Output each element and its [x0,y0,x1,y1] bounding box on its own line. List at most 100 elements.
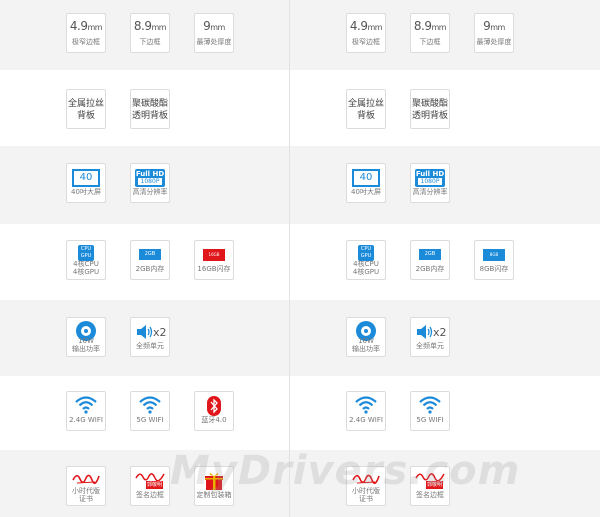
signature-badge-icon: 郭敬明 [134,470,166,490]
spec-tile-metal-back: 全属拉丝 背板 [346,89,386,129]
spec-label: 小时代版 [72,487,100,495]
full-hd-text: Full HD [135,170,165,178]
spec-label: 5G WIFI [136,416,164,424]
spec-tile-full-range: x2 全频单元 [130,317,170,357]
wifi-icon [139,396,161,414]
spec-tile-signed-frame: 郭敬明 签名边框 [130,466,170,506]
monitor-icon: 40 [72,169,100,187]
signature-badge-text: 郭敬明 [146,481,164,489]
speaker-count: x2 [153,326,167,339]
gpu-text: GPU [360,253,372,259]
spec-tile-ram: 2GB 2GB内存 [410,240,450,280]
spec-tile-pc-back: 聚碳酸酯 透明背板 [130,89,170,129]
speaker-count: x2 [433,326,447,339]
spec-tile-resolution: Full HD 1080P 高清分辨率 [410,163,450,203]
spec-label: 4核GPU [72,268,100,276]
spec-label: 2.4G WIFI [349,416,383,424]
cpu-chip-icon: CPU GPU [78,245,94,261]
spec-label: 16W [78,337,94,345]
signature-icon [71,470,101,486]
spec-tile-metal-back: 全属拉丝 背板 [66,89,106,129]
spec-unit: mm [151,23,167,32]
spec-tile-output-power: 16W 输出功率 [66,317,106,357]
spec-label: 8GB闪存 [479,265,509,273]
spec-label: 极窄边框 [72,38,100,46]
spec-tile-screen-size: 40 40吋大屏 [346,163,386,203]
spec-label: 下边框 [419,38,441,46]
spec-label: 2GB内存 [135,265,165,273]
cpu-text: CPU [80,246,92,252]
spec-line: 透明背板 [411,111,448,121]
spec-label: 下边框 [139,38,161,46]
spec-tile-storage: 8GB 8GB闪存 [474,240,514,280]
ram-text: 2GB [424,251,436,257]
speaker-volume-icon: x2 [135,323,167,341]
spec-label: 证书 [359,495,373,503]
sd-card-icon: 16GB [203,249,225,261]
spec-line: 背板 [76,111,95,121]
spec-tile-bottom-bezel: 8.9mm 下边框 [130,13,170,53]
spec-tile-ram: 2GB 2GB内存 [130,240,170,280]
resolution-text: 1080P [418,178,442,185]
monitor-size: 40 [359,172,373,183]
spec-label: 4核CPU [73,260,99,268]
spec-tile-narrow-bezel: 4.9mm 极窄边框 [346,13,386,53]
cpu-text: CPU [360,246,372,252]
spec-tile-wifi-5: 5G WIFI [130,391,170,431]
spec-unit: mm [210,23,225,32]
spec-unit: mm [87,23,103,32]
speaker-volume-icon: x2 [415,323,447,341]
spec-label: 4核GPU [352,268,380,276]
spec-label: 全频单元 [416,342,444,350]
watermark: MyDrivers.com [170,448,521,494]
full-hd-icon: Full HD 1080P [415,169,445,187]
spec-tile-resolution: Full HD 1080P 高清分辨率 [130,163,170,203]
wifi-icon [355,396,377,414]
ram-icon: 2GB [139,249,161,260]
spec-tile-pc-back: 聚碳酸酯 透明背板 [410,89,450,129]
spec-label: 极窄边框 [352,38,380,46]
spec-line: 聚碳酸酯 [411,99,448,109]
spec-line: 透明背板 [131,111,168,121]
wifi-icon [419,396,441,414]
spec-label: 签名边框 [136,491,164,499]
spec-tile-certificate: 小时代版 证书 [66,466,106,506]
spec-tile-full-range: x2 全频单元 [410,317,450,357]
spec-tile-bottom-bezel: 8.9mm 下边框 [410,13,450,53]
monitor-icon: 40 [352,169,380,187]
spec-label: 2.4G WIFI [69,416,103,424]
spec-label: 4核CPU [353,260,379,268]
spec-label: 输出功率 [72,345,100,353]
spec-unit: mm [431,23,447,32]
gpu-text: GPU [80,253,92,259]
spec-unit: mm [490,23,505,32]
spec-label: 输出功率 [352,345,380,353]
spec-tile-screen-size: 40 40吋大屏 [66,163,106,203]
spec-label: 高清分辨率 [132,188,168,196]
resolution-text: 1080P [138,178,162,185]
spec-label: 高清分辨率 [412,188,448,196]
spec-tile-bluetooth: 蓝牙4.0 [194,391,234,431]
spec-label: 证书 [79,495,93,503]
monitor-size: 40 [79,172,93,183]
spec-label: 最薄处厚度 [476,38,512,46]
spec-line: 背板 [356,111,375,121]
spec-tile-narrow-bezel: 4.9mm 极窄边框 [66,13,106,53]
full-hd-icon: Full HD 1080P [135,169,165,187]
cpu-chip-icon: CPU GPU [358,245,374,261]
spec-label: 40吋大屏 [71,188,101,196]
spec-value: 8.9 [413,19,432,33]
column-divider [289,0,290,517]
storage-text: 8GB [489,252,499,257]
spec-tile-cpu: CPU GPU 4核CPU 4核GPU [66,240,106,280]
spec-label: 16GB闪存 [197,265,231,273]
spec-tile-output-power: 16W 输出功率 [346,317,386,357]
spec-tile-storage: 16GB 16GB闪存 [194,240,234,280]
spec-label: 2GB内存 [415,265,445,273]
ram-icon: 2GB [419,249,441,260]
spec-tile-wifi-24: 2.4G WIFI [66,391,106,431]
spec-label: 16W [358,337,374,345]
spec-label: 5G WIFI [416,416,444,424]
bluetooth-icon [207,396,221,416]
spec-tile-cpu: CPU GPU 4核CPU 4核GPU [346,240,386,280]
